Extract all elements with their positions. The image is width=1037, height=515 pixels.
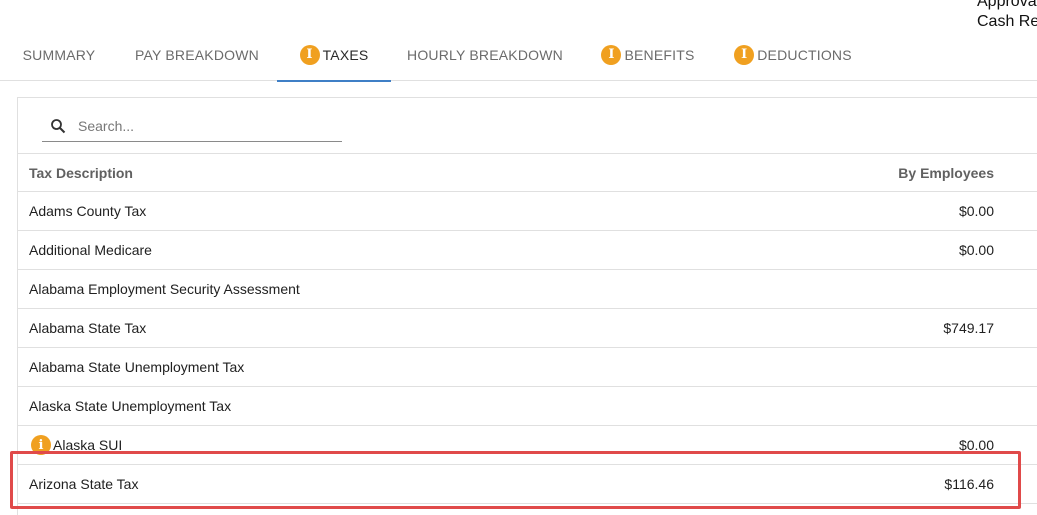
tax-description: Alabama State Unemployment Tax	[29, 359, 245, 375]
column-header-description[interactable]: Tax Description	[29, 165, 133, 181]
table-header: Tax Description By Employees	[18, 153, 1037, 192]
tab-summary-label: SUMMARY	[22, 46, 96, 63]
tab-hourly-breakdown[interactable]: HOURLY BREAKDOWN	[401, 28, 569, 81]
search-box	[42, 110, 342, 142]
search-input[interactable]	[76, 116, 316, 135]
table-row[interactable]: Alabama State Tax $749.17	[18, 309, 1037, 348]
tax-description: Alaska State Unemployment Tax	[29, 398, 232, 414]
info-icon: i	[601, 44, 622, 65]
tax-description: Additional Medicare	[29, 242, 152, 258]
tab-pay-breakdown-label: PAY BREAKDOWN	[135, 46, 259, 63]
tax-amount: $749.17	[943, 320, 994, 336]
table-row[interactable]: Additional Medicare $0.00	[18, 231, 1037, 270]
tax-description: Arizona State Tax	[29, 476, 139, 492]
tab-taxes-label: TAXES	[322, 46, 369, 63]
tab-deductions-label: DEDUCTIONS	[757, 46, 852, 63]
tax-amount: $0.00	[958, 203, 994, 219]
column-header-by-employees[interactable]: By Employees	[898, 165, 994, 181]
payroll-page: Approva Cash Re SUMMARY PAY BREAKDOWN i …	[0, 0, 1037, 515]
tab-summary[interactable]: SUMMARY	[8, 28, 110, 81]
table-row[interactable]: i Alaska SUI $0.00	[18, 426, 1037, 465]
tax-description: Alaska SUI	[53, 437, 123, 453]
tab-bar: SUMMARY PAY BREAKDOWN i TAXES HOURLY BRE…	[0, 28, 1037, 82]
tab-benefits-label: BENEFITS	[624, 46, 695, 63]
info-icon[interactable]: i	[31, 435, 51, 455]
tab-benefits[interactable]: i BENEFITS	[590, 28, 706, 81]
search-icon	[51, 118, 66, 133]
tax-description-cell: i Alaska SUI	[29, 435, 122, 455]
tax-description: Adams County Tax	[29, 203, 147, 219]
table-row[interactable]: Adams County Tax $0.00	[18, 192, 1037, 231]
tab-taxes[interactable]: i TAXES	[277, 28, 391, 82]
table-row[interactable]: Arizona State Tax $116.46	[18, 465, 1037, 504]
header-line-1: Approva	[977, 0, 1037, 10]
tax-amount: $116.46	[944, 476, 994, 492]
tax-description: Alabama State Tax	[29, 320, 147, 336]
tax-description: Alabama Employment Security Assessment	[29, 281, 300, 297]
tax-amount: $0.00	[958, 242, 994, 258]
table-row[interactable]: Alaska State Unemployment Tax	[18, 387, 1037, 426]
info-icon: i	[734, 44, 755, 65]
table-row[interactable]: Alabama Employment Security Assessment	[18, 270, 1037, 309]
tab-deductions[interactable]: i DEDUCTIONS	[724, 28, 862, 81]
table-row[interactable]: Alabama State Unemployment Tax	[18, 348, 1037, 387]
tab-hourly-breakdown-label: HOURLY BREAKDOWN	[407, 46, 563, 63]
taxes-panel: Tax Description By Employees Adams Count…	[17, 97, 1037, 515]
info-icon: i	[299, 44, 320, 65]
taxes-table: Tax Description By Employees Adams Count…	[18, 153, 1037, 504]
tab-pay-breakdown[interactable]: PAY BREAKDOWN	[127, 28, 267, 81]
tax-amount: $0.00	[958, 437, 994, 453]
